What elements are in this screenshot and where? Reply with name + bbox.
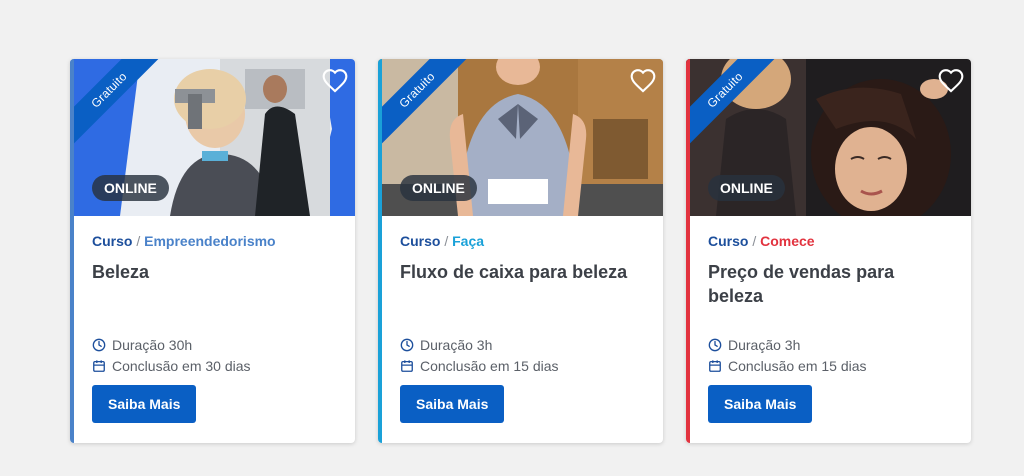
completion-row: Conclusão em 30 dias <box>92 355 333 376</box>
heart-outline-icon[interactable] <box>321 67 349 93</box>
duration-text: Duração 30h <box>112 336 193 353</box>
course-card[interactable]: Gratuito ONLINE Curso / Faça Fluxo de ca… <box>378 59 663 443</box>
clock-icon <box>400 338 414 351</box>
completion-row: Conclusão em 15 dias <box>708 355 949 376</box>
calendar-icon <box>401 359 413 372</box>
crumb-separator: / <box>752 233 757 249</box>
course-thumbnail[interactable]: Gratuito ONLINE <box>686 59 971 216</box>
crumb-type[interactable]: Curso <box>708 233 748 249</box>
course-thumbnail[interactable]: Gratuito ONLINE <box>378 59 663 216</box>
heart-outline-icon[interactable] <box>937 67 965 93</box>
online-badge: ONLINE <box>92 175 169 201</box>
crumb-type[interactable]: Curso <box>400 233 440 249</box>
crumb-type[interactable]: Curso <box>92 233 132 249</box>
online-badge: ONLINE <box>708 175 785 201</box>
breadcrumb: Curso / Faça <box>400 232 641 250</box>
crumb-category[interactable]: Comece <box>760 233 814 249</box>
online-badge: ONLINE <box>400 175 477 201</box>
course-card-list: Gratuito ONLINE Curso / Empreendedorismo… <box>70 59 971 443</box>
crumb-category[interactable]: Faça <box>452 233 484 249</box>
completion-row: Conclusão em 15 dias <box>400 355 641 376</box>
completion-text: Conclusão em 15 dias <box>728 357 867 374</box>
crumb-separator: / <box>136 233 141 249</box>
saiba-mais-button[interactable]: Saiba Mais <box>708 385 813 423</box>
saiba-mais-button[interactable]: Saiba Mais <box>92 385 197 423</box>
breadcrumb: Curso / Empreendedorismo <box>92 232 333 250</box>
saiba-mais-button[interactable]: Saiba Mais <box>400 385 505 423</box>
course-title[interactable]: Fluxo de caixa para beleza <box>400 260 641 312</box>
course-card[interactable]: Gratuito ONLINE Curso / Comece Preço de … <box>686 59 971 443</box>
heart-outline-icon[interactable] <box>629 67 657 93</box>
calendar-icon <box>93 359 105 372</box>
crumb-category[interactable]: Empreendedorismo <box>144 233 275 249</box>
duration-text: Duração 3h <box>420 336 493 353</box>
course-title[interactable]: Beleza <box>92 260 333 312</box>
card-accent-bar <box>686 59 690 443</box>
duration-row: Duração 3h <box>708 334 949 355</box>
card-accent-bar <box>70 59 74 443</box>
breadcrumb: Curso / Comece <box>708 232 949 250</box>
course-card[interactable]: Gratuito ONLINE Curso / Empreendedorismo… <box>70 59 355 443</box>
completion-text: Conclusão em 30 dias <box>112 357 251 374</box>
duration-row: Duração 30h <box>92 334 333 355</box>
clock-icon <box>708 338 722 351</box>
course-thumbnail[interactable]: Gratuito ONLINE <box>70 59 355 216</box>
course-title[interactable]: Preço de vendas para beleza <box>708 260 949 312</box>
card-accent-bar <box>378 59 382 443</box>
duration-text: Duração 3h <box>728 336 801 353</box>
duration-row: Duração 3h <box>400 334 641 355</box>
completion-text: Conclusão em 15 dias <box>420 357 559 374</box>
calendar-icon <box>709 359 721 372</box>
clock-icon <box>92 338 106 351</box>
crumb-separator: / <box>444 233 449 249</box>
